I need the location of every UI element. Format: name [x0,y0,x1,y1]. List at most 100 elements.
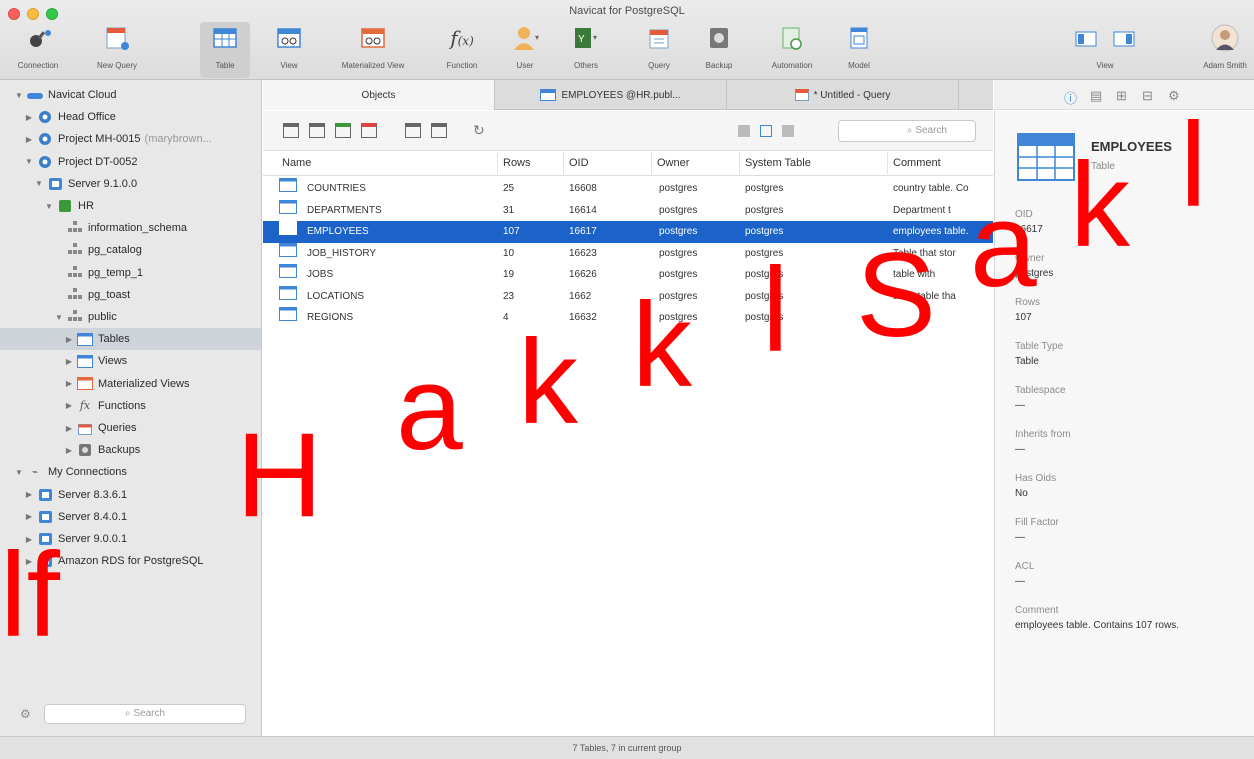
disclosure-closed-icon[interactable]: ▶ [64,424,74,433]
ddl-icon[interactable]: ▤ [1090,88,1102,104]
column-header-name[interactable]: Name [277,152,497,174]
disclosure-closed-icon[interactable]: ▶ [24,135,34,144]
er-diagram-icon[interactable]: ⊞ [1116,88,1127,104]
detail-view-icon[interactable] [782,125,794,137]
disclosure-open-icon[interactable]: ▼ [24,157,34,166]
model-icon [843,22,875,54]
sidebar-item-navicat-cloud[interactable]: ▼ Navicat Cloud [0,84,261,106]
materialized-view-button[interactable]: Materialized View [326,22,420,78]
disclosure-closed-icon[interactable]: ▶ [24,490,34,499]
sidebar-search-input[interactable]: ⌕ Search [44,704,246,724]
sidebar-item-my-connections[interactable]: ▼ ⌁ My Connections [0,461,261,483]
table-row[interactable]: JOBS 19 16626 postgres postgres table with [263,264,993,286]
sidebar-item-pg-temp-1[interactable]: pg_temp_1 [0,262,261,284]
column-header-owner[interactable]: Owner [651,152,739,174]
sidebar-item-server-9-0-0-1[interactable]: ▶ Server 9.0.0.1 [0,528,261,550]
disclosure-open-icon[interactable]: ▼ [44,202,54,211]
model-button[interactable]: Model [842,22,876,78]
sidebar-item-tables[interactable]: ▶ Tables [0,328,261,351]
disclosure-closed-icon[interactable]: ▶ [64,357,74,366]
disclosure-open-icon[interactable]: ▼ [14,468,24,477]
table-button[interactable]: Table [200,22,250,78]
sidebar-item-materialized-views[interactable]: ▶ Materialized Views [0,373,261,395]
disclosure-closed-icon[interactable]: ▶ [64,401,74,410]
sidebar-item-server-8-3-6-1[interactable]: ▶ Server 8.3.6.1 [0,484,261,506]
query-button[interactable]: Query [642,22,676,78]
table-row[interactable]: COUNTRIES 25 16608 postgres postgres country … [263,178,993,200]
sidebar-item-server-8-4-0-1[interactable]: ▶ Server 8.4.0.1 [0,506,261,528]
column-header-system-table[interactable]: System Table [739,152,887,174]
dependencies-icon[interactable]: ⊟ [1142,88,1153,104]
sidebar-item-views[interactable]: ▶ Views [0,350,261,372]
backup-button[interactable]: Backup [702,22,736,78]
sidebar-item-pg-catalog[interactable]: pg_catalog [0,239,261,261]
disclosure-closed-icon[interactable]: ▶ [64,335,74,344]
table-row[interactable]: REGIONS 4 16632 postgres postgres [263,307,993,329]
sidebar-item-server-9-1-0-0[interactable]: ▼ Server 9.1.0.0 [0,173,261,195]
sidebar-item-project-mh-0015[interactable]: ▶ Project MH-0015 (marybrown... [0,128,261,150]
new-table-icon[interactable] [335,123,351,138]
sidebar-item-pg-toast[interactable]: pg_toast [0,284,261,306]
disclosure-open-icon[interactable]: ▼ [34,179,44,188]
sidebar-item-amazon-rds-for-postgresql[interactable]: ▶ Amazon RDS for PostgreSQL [0,550,261,572]
user-button[interactable]: ▾ User [508,22,542,78]
tab-employees-table[interactable]: EMPLOYEES @HR.publ... [495,80,727,110]
disclosure-closed-icon[interactable]: ▶ [24,535,34,544]
refresh-icon[interactable]: ↻ [473,123,489,138]
table-row[interactable]: JOB_HISTORY 10 16623 postgres postgres Table … [263,242,993,265]
sidebar-item-label: pg_catalog [88,244,142,257]
sidebar-item-project-dt-0052[interactable]: ▼ Project DT-0052 [0,151,261,173]
others-button[interactable]: Y ▾ Others [566,22,606,78]
disclosure-open-icon[interactable]: ▼ [54,313,64,322]
column-header-comment[interactable]: Comment [887,152,993,174]
gear-icon[interactable]: ⚙ [20,707,31,721]
column-header-oid[interactable]: OID [563,152,651,174]
cell-name: REGIONS [307,312,354,323]
cell-name: EMPLOYEES [307,226,369,237]
delete-table-icon[interactable] [361,123,377,138]
sidebar-item-hr[interactable]: ▼ HR [0,195,261,217]
list-view-icon[interactable] [760,125,772,137]
open-table-icon[interactable] [283,123,299,138]
cloud-icon [27,88,43,102]
property-value: — [1015,444,1025,455]
export-icon[interactable] [431,123,447,138]
cell-oid: 16614 [569,204,597,216]
sidebar-item-information-schema[interactable]: information_schema [0,217,261,239]
disclosure-open-icon[interactable]: ▼ [14,91,24,100]
account-button[interactable]: Adam Smith [1196,22,1254,78]
table-icon [279,285,297,308]
view-toggle-button[interactable]: View [1068,22,1142,78]
tab-untitled-query[interactable]: * Untitled - Query [727,80,959,110]
automation-button[interactable]: Automation [764,22,820,78]
table-row[interactable]: DEPARTMENTS 31 16614 postgres postgres Depart… [263,199,993,222]
grid-view-icon[interactable] [738,125,750,137]
disclosure-closed-icon[interactable]: ▶ [64,379,74,388]
tab-objects[interactable]: Objects [263,80,495,110]
sidebar-item-functions[interactable]: ▶ fx Functions [0,395,261,417]
sidebar-item-public[interactable]: ▼ public [0,306,261,328]
info-icon[interactable]: ⓘ [1064,88,1077,107]
sidebar-item-head-office[interactable]: ▶ Head Office [0,106,261,128]
table-row[interactable]: LOCATIONS 23 1662 postgres postgres ation tab… [263,285,993,308]
sidebar-item-label: Server 8.3.6.1 [58,488,128,501]
panel-toggle-icon [1068,22,1142,54]
table-row[interactable]: EMPLOYEES 107 16617 postgres postgres employe… [263,221,993,243]
disclosure-closed-icon[interactable]: ▶ [24,512,34,521]
table-header: Name Rows OID Owner System Table Comment [263,152,993,176]
import-icon[interactable] [405,123,421,138]
others-icon: Y ▾ [570,22,602,54]
disclosure-closed-icon[interactable]: ▶ [64,446,74,455]
sidebar-item-backups[interactable]: ▶ Backups [0,439,261,461]
connection-button[interactable]: Connection [12,22,64,78]
column-header-rows[interactable]: Rows [497,152,563,174]
sidebar-item-queries[interactable]: ▶ Queries [0,417,261,439]
disclosure-closed-icon[interactable]: ▶ [24,557,34,566]
view-button[interactable]: View [274,22,304,78]
disclosure-closed-icon[interactable]: ▶ [24,113,34,122]
objects-search-input[interactable]: ⌕ Search [838,120,976,142]
function-button[interactable]: f(x) Function [438,22,486,78]
settings-icon[interactable]: ⚙ [1168,88,1180,104]
new-query-button[interactable]: New Query [88,22,146,78]
design-table-icon[interactable] [309,123,325,138]
